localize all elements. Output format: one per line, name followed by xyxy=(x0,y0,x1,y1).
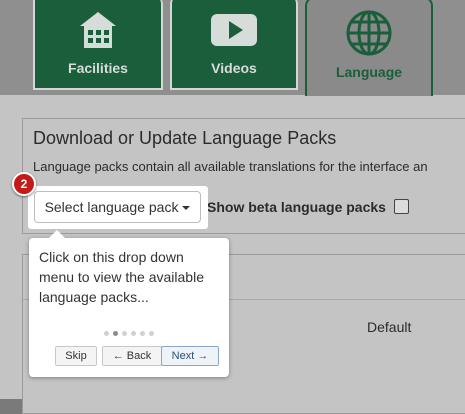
tour-tooltip: Click on this drop down menu to view the… xyxy=(29,230,229,377)
tooltip-arrow xyxy=(49,230,65,238)
tab-videos-label: Videos xyxy=(211,60,257,76)
tab-language[interactable]: Language xyxy=(305,0,433,96)
tabs-bar-right xyxy=(433,0,465,95)
tab-videos[interactable]: Videos xyxy=(170,0,298,90)
beta-checkbox[interactable] xyxy=(393,199,409,214)
progress-dot xyxy=(149,331,154,336)
tour-progress-dots xyxy=(29,323,229,341)
tab-facilities[interactable]: Facilities xyxy=(33,0,163,90)
tour-step-badge: 2 xyxy=(12,172,36,196)
tab-language-label: Language xyxy=(335,64,403,80)
skip-button[interactable]: Skip xyxy=(55,346,97,366)
back-button[interactable]: ← Back xyxy=(102,346,162,366)
default-label: Default xyxy=(367,319,412,335)
tour-text: Click on this drop down menu to view the… xyxy=(39,249,204,305)
tab-facilities-label: Facilities xyxy=(68,60,128,76)
panel-title: Download or Update Language Packs xyxy=(33,128,337,148)
select-language-pack-dropdown[interactable]: Select language pack xyxy=(34,191,201,223)
beta-label: Show beta language packs xyxy=(207,199,386,215)
play-icon xyxy=(211,14,257,46)
progress-dot xyxy=(122,331,127,336)
select-language-pack-label: Select language pack xyxy=(44,199,179,215)
caret-down-icon xyxy=(182,206,191,210)
progress-dot xyxy=(131,331,136,336)
progress-dot xyxy=(104,331,109,336)
globe-icon xyxy=(346,10,392,56)
progress-dot xyxy=(140,331,145,336)
panel-description: Language packs contain all available tra… xyxy=(33,159,428,174)
next-button[interactable]: Next → xyxy=(161,346,219,366)
beta-option: Show beta language packs xyxy=(207,199,409,215)
building-icon xyxy=(80,12,116,48)
progress-dot xyxy=(113,331,118,336)
